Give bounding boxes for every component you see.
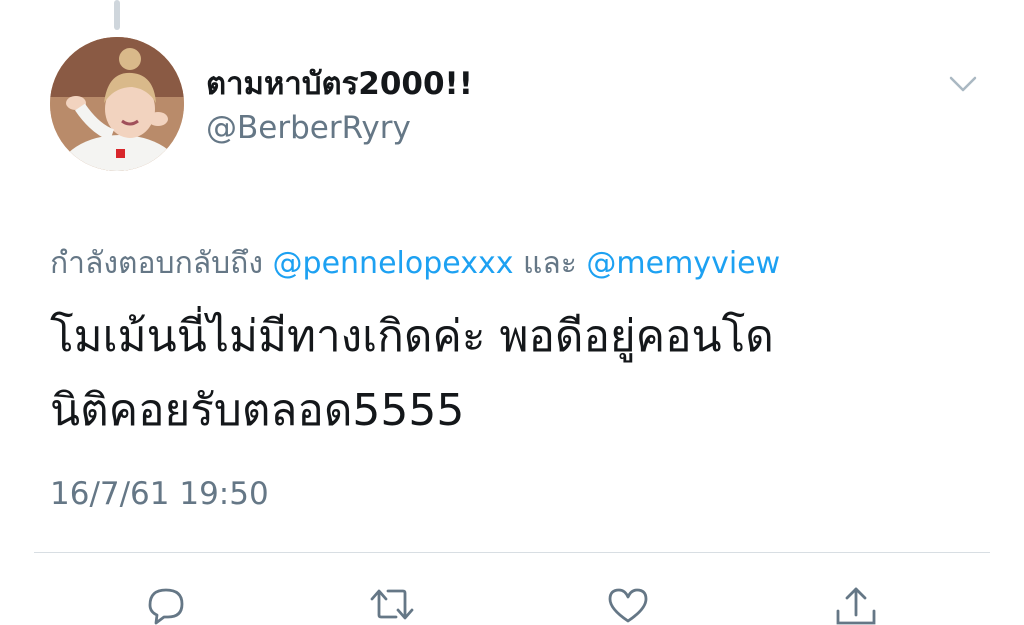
divider (34, 552, 990, 553)
reply-context: กำลังตอบกลับถึง @pennelopexxx และ @memyv… (50, 240, 780, 287)
retweet-button[interactable] (366, 585, 418, 625)
reply-mention-pennelopexxx[interactable]: @pennelopexxx (273, 246, 514, 281)
tweet-text: โมเม้นนี่ไม่มีทางเกิดค่ะ พอดีอยู่คอนโด น… (50, 300, 990, 448)
avatar-photo (50, 37, 184, 171)
reply-mention-memyview[interactable]: @memyview (586, 246, 780, 281)
like-button[interactable] (602, 585, 654, 625)
share-button[interactable] (830, 585, 882, 625)
tweet-text-line: โมเม้นนี่ไม่มีทางเกิดค่ะ พอดีอยู่คอนโด (50, 311, 774, 362)
reply-context-conjunction: และ (523, 246, 577, 281)
avatar[interactable] (50, 37, 184, 171)
heart-icon (608, 588, 648, 623)
tweet-text-line: นิติคอยรับตลอด5555 (50, 385, 465, 436)
author-handle[interactable]: @BerberRyry (206, 110, 411, 146)
retweet-icon (370, 589, 414, 620)
reply-context-prefix: กำลังตอบกลับถึง (50, 246, 263, 281)
thread-connector-line (114, 0, 120, 30)
tweet-timestamp[interactable]: 16/7/61 19:50 (50, 476, 269, 512)
reply-icon (148, 588, 184, 625)
author-display-name[interactable]: ตามหาบัตร2000!! (206, 58, 473, 108)
reply-button[interactable] (140, 585, 192, 625)
share-icon (836, 587, 876, 625)
chevron-down-icon[interactable] (946, 72, 980, 96)
